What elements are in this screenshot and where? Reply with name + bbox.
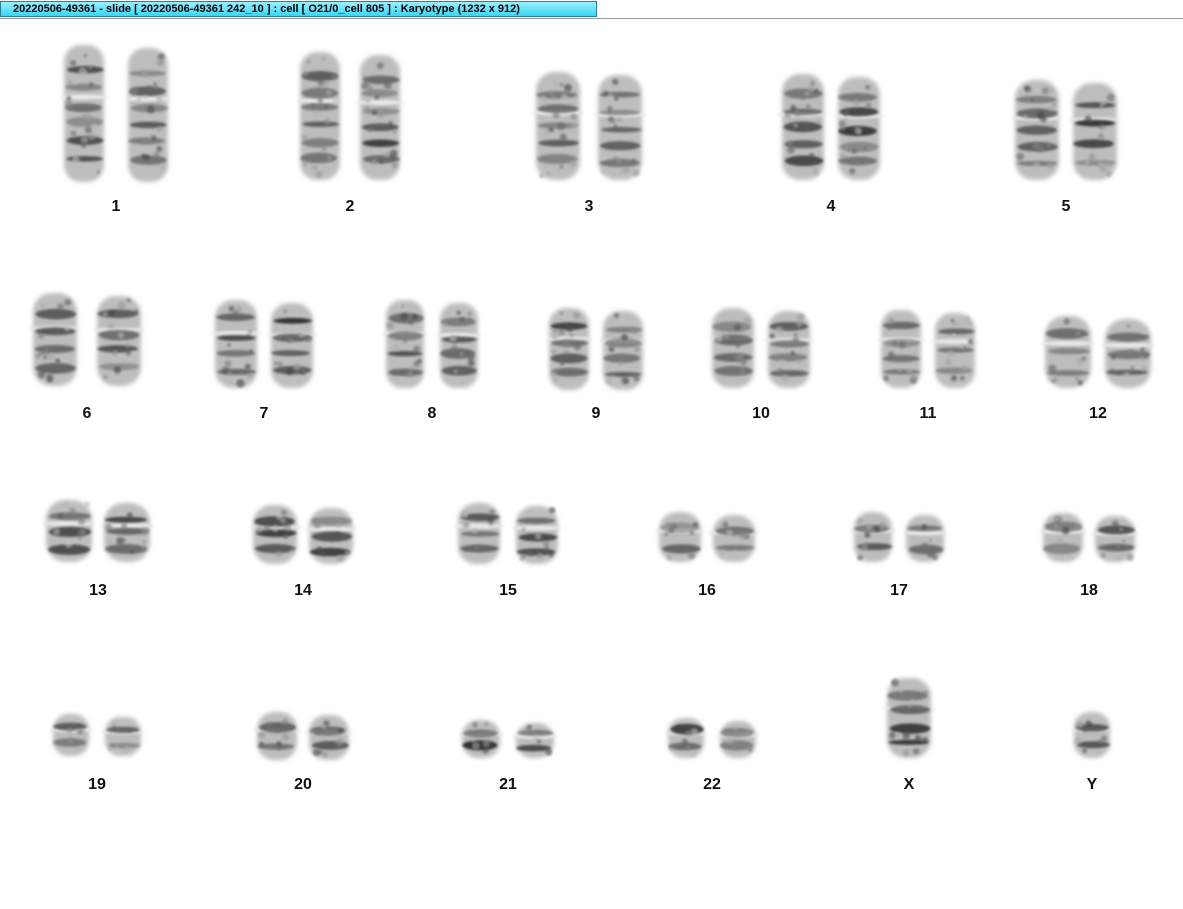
window-title-tab[interactable]: 20220506-49361 - slide [ 20220506-49361 …	[0, 1, 597, 17]
chromosome-label-Y: Y	[1086, 776, 1098, 793]
chromosome-20	[253, 712, 353, 760]
chromosome-label-8: 8	[427, 405, 437, 422]
chromosome-5	[1010, 80, 1122, 180]
chromosome-18	[1039, 513, 1139, 562]
chromosome-22	[664, 718, 760, 758]
chromosome-13	[41, 500, 155, 562]
chromosome-Y	[1070, 712, 1114, 758]
chromosome-4	[777, 74, 885, 180]
chromosome-label-3: 3	[584, 198, 594, 215]
chromosome-label-5: 5	[1061, 198, 1071, 215]
chromosome-17	[850, 512, 948, 562]
chromosome-3	[531, 72, 647, 180]
chromosome-X	[882, 678, 936, 758]
chromosome-label-1: 1	[111, 198, 121, 215]
chromosome-6	[28, 293, 146, 386]
chromosome-1	[60, 45, 172, 182]
chromosome-label-15: 15	[499, 582, 517, 599]
chromosome-label-22: 22	[703, 776, 721, 793]
karyotype-image	[28, 45, 1156, 760]
chromosome-9	[545, 308, 647, 390]
chromosome-label-14: 14	[294, 582, 312, 599]
chromosome-label-10: 10	[752, 405, 770, 422]
chromosome-label-4: 4	[826, 198, 836, 215]
chromosome-15	[453, 503, 563, 564]
chromosome-21	[458, 720, 558, 758]
chromosome-16	[654, 512, 760, 562]
title-bar: 20220506-49361 - slide [ 20220506-49361 …	[0, 0, 1183, 19]
chromosome-label-13: 13	[89, 582, 107, 599]
chromosome-label-17: 17	[890, 582, 908, 599]
chromosome-label-21: 21	[499, 776, 517, 793]
chromosome-label-12: 12	[1089, 405, 1107, 422]
chromosome-11	[877, 310, 979, 388]
chromosome-label-6: 6	[82, 405, 92, 422]
chromosome-label-7: 7	[259, 405, 269, 422]
chromosome-10	[707, 308, 815, 388]
chromosome-12	[1040, 316, 1156, 388]
chromosome-label-20: 20	[294, 776, 312, 793]
chromosome-14	[248, 505, 358, 564]
chromosome-label-18: 18	[1080, 582, 1098, 599]
chromosome-2	[296, 52, 404, 180]
chromosome-label-2: 2	[345, 198, 355, 215]
chromosome-8	[382, 300, 482, 388]
chromosome-19	[49, 714, 145, 756]
chromosome-label-11: 11	[919, 405, 937, 422]
chromosome-label-16: 16	[698, 582, 716, 599]
chromosome-7	[210, 300, 318, 388]
chromosome-label-19: 19	[88, 776, 106, 793]
chromosome-label-X: X	[903, 776, 915, 793]
chromosome-label-9: 9	[591, 405, 601, 422]
